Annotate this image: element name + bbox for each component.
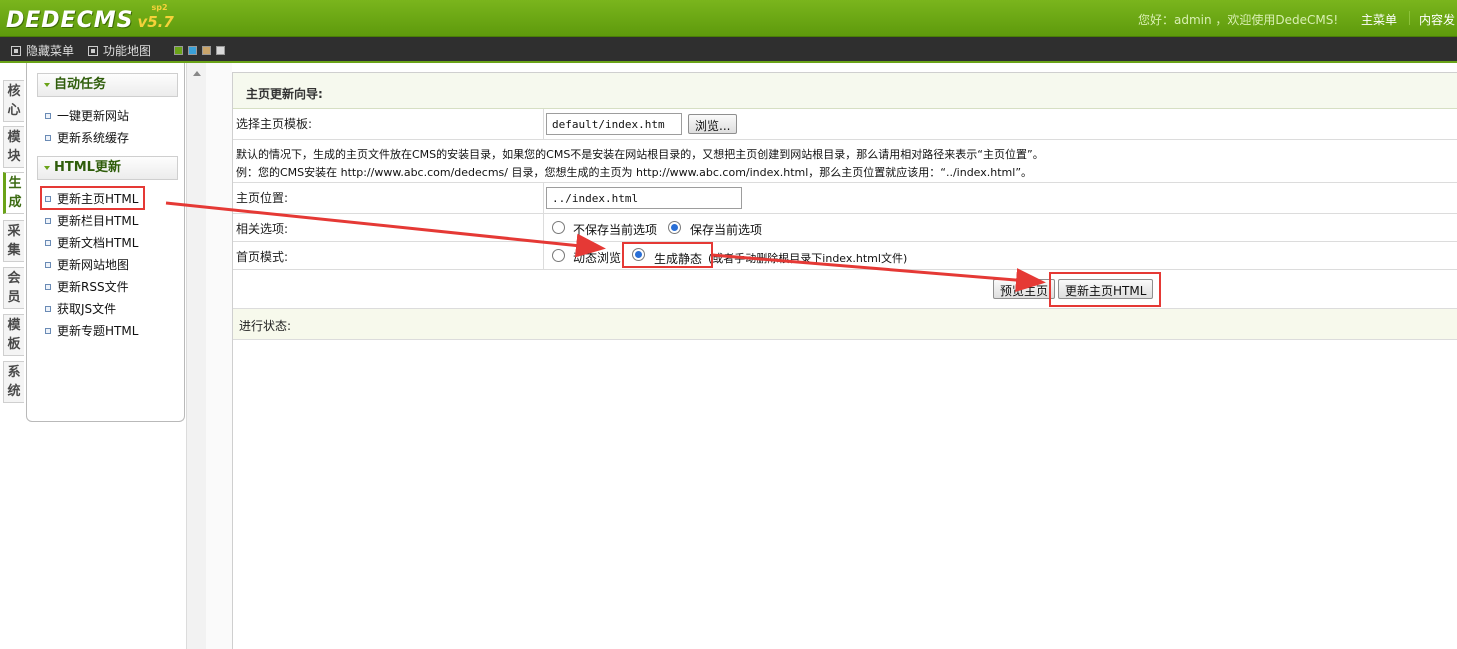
bullet-icon: [45, 261, 51, 268]
hide-menu-label: 隐藏菜单: [26, 44, 75, 58]
skin-green-button[interactable]: [174, 46, 183, 55]
skin-gray-button[interactable]: [216, 46, 225, 55]
save-label[interactable]: 保存当前选项: [690, 221, 762, 238]
status-label: 进行状态:: [239, 319, 292, 333]
column-divider: [543, 109, 544, 139]
menu-item-label: 更新RSS文件: [57, 280, 129, 294]
grid-icon: [88, 45, 98, 56]
menu-item-update-topic-html[interactable]: 更新专题HTML: [45, 322, 138, 339]
vertical-tabs: 核心 模块 生成 采集 会员 模板 系统: [0, 63, 26, 649]
left-scrollbar[interactable]: [186, 63, 206, 649]
no-save-radio[interactable]: [552, 221, 565, 234]
top-nav-content[interactable]: 内容发: [1419, 11, 1455, 28]
column-divider: [543, 242, 544, 269]
template-input[interactable]: default/index.htm: [546, 113, 682, 135]
mode-label: 首页模式:: [236, 250, 289, 264]
logo-text: DEDECMS: [6, 8, 134, 33]
save-radio[interactable]: [668, 221, 681, 234]
menu-item-update-cache[interactable]: 更新系统缓存: [45, 129, 129, 146]
menu-item-label: 更新网站地图: [57, 258, 130, 272]
position-row: 主页位置: ../index.html: [233, 183, 1457, 214]
hide-menu-icon: [11, 45, 21, 56]
annotation-box-static-mode: [622, 242, 713, 268]
main-content: 主页更新向导: 选择主页模板: default/index.htm 浏览... …: [232, 72, 1457, 649]
note-row: 默认的情况下，生成的主页文件放在CMS的安装目录，如果您的CMS不是安装在网站根…: [233, 140, 1457, 183]
bullet-icon: [45, 239, 51, 246]
menu-item-one-click-update[interactable]: 一键更新网站: [45, 107, 129, 124]
bullet-icon: [45, 217, 51, 224]
note-line-1: 默认的情况下，生成的主页文件放在CMS的安装目录，如果您的CMS不是安装在网站根…: [236, 148, 1044, 161]
dedecms-logo: DEDECMS v5.7 sp2: [6, 3, 174, 33]
logo-version: v5.7 sp2: [137, 3, 174, 31]
menu-item-label: 更新系统缓存: [57, 131, 130, 145]
welcome-text: 您好：admin ，欢迎使用DedeCMS!: [1138, 13, 1339, 27]
top-nav-separator: [1409, 11, 1410, 25]
annotation-box-update-button: [1049, 272, 1161, 307]
menu-item-label: 更新专题HTML: [57, 324, 139, 338]
vtab-generate[interactable]: 生成: [3, 172, 24, 214]
vtab-core[interactable]: 核心: [3, 80, 24, 122]
note-line-2: 例：您的CMS安装在 http://www.abc.com/dedecms/ 目…: [236, 166, 1033, 179]
dynamic-mode-radio[interactable]: [552, 249, 565, 262]
position-label: 主页位置:: [236, 191, 289, 205]
column-divider: [543, 214, 544, 241]
menu-group-auto-task[interactable]: 自动任务: [37, 73, 178, 97]
page-title: 主页更新向导:: [233, 73, 1457, 109]
menu-item-update-sitemap[interactable]: 更新网站地图: [45, 256, 129, 273]
menu-item-update-rss[interactable]: 更新RSS文件: [45, 278, 129, 295]
browse-button[interactable]: 浏览...: [688, 114, 738, 134]
function-map-label: 功能地图: [103, 44, 152, 58]
dynamic-mode-label[interactable]: 动态浏览: [573, 249, 621, 266]
position-input[interactable]: ../index.html: [546, 187, 742, 209]
left-menu-panel: 自动任务 一键更新网站 更新系统缓存 HTML更新 更新主页HTML 更新栏目H…: [26, 63, 185, 422]
template-row: 选择主页模板: default/index.htm 浏览...: [233, 109, 1457, 140]
options-label: 相关选项:: [236, 222, 289, 236]
action-row: 预览主页 更新主页HTML: [233, 270, 1457, 309]
scroll-up-icon[interactable]: [193, 71, 201, 76]
vtab-module[interactable]: 模块: [3, 126, 24, 168]
toolbar: 隐藏菜单 功能地图: [0, 37, 1457, 63]
menu-item-update-doc-html[interactable]: 更新文档HTML: [45, 234, 138, 251]
bullet-icon: [45, 134, 51, 141]
no-save-label[interactable]: 不保存当前选项: [573, 221, 657, 238]
bullet-icon: [45, 327, 51, 334]
top-header: DEDECMS v5.7 sp2 您好：admin ，欢迎使用DedeCMS! …: [0, 0, 1457, 37]
top-nav-main-menu[interactable]: 主菜单: [1361, 11, 1397, 28]
menu-item-label: 更新栏目HTML: [57, 214, 139, 228]
bullet-icon: [45, 305, 51, 312]
vtab-system[interactable]: 系统: [3, 361, 24, 403]
mode-hint: (或者手动删除根目录下index.html文件): [708, 252, 908, 265]
bullet-icon: [45, 112, 51, 119]
menu-item-label: 获取JS文件: [57, 302, 117, 316]
options-row: 相关选项: 不保存当前选项 保存当前选项: [233, 214, 1457, 242]
vtab-template[interactable]: 模板: [3, 314, 24, 356]
column-divider: [543, 183, 544, 213]
skin-brown-button[interactable]: [202, 46, 211, 55]
vtab-collect[interactable]: 采集: [3, 220, 24, 262]
function-map-button[interactable]: 功能地图: [88, 42, 151, 59]
template-label: 选择主页模板:: [236, 117, 313, 131]
menu-item-get-js[interactable]: 获取JS文件: [45, 300, 116, 317]
bullet-icon: [45, 283, 51, 290]
logo-version-sup: sp2: [151, 3, 168, 12]
annotation-box-menu-item: [40, 186, 145, 210]
status-bar: 进行状态:: [233, 309, 1457, 340]
menu-item-label: 更新文档HTML: [57, 236, 139, 250]
skin-blue-button[interactable]: [188, 46, 197, 55]
mode-row: 首页模式: 动态浏览 生成静态 (或者手动删除根目录下index.html文件): [233, 242, 1457, 270]
vtab-member[interactable]: 会员: [3, 267, 24, 309]
hide-menu-button[interactable]: 隐藏菜单: [11, 42, 74, 59]
menu-group-html-update[interactable]: HTML更新: [37, 156, 178, 180]
content-gutter: [206, 63, 232, 649]
preview-home-button[interactable]: 预览主页: [993, 279, 1056, 299]
menu-item-label: 一键更新网站: [57, 109, 130, 123]
logo-version-text: v5.7: [137, 13, 174, 31]
menu-item-update-column-html[interactable]: 更新栏目HTML: [45, 212, 138, 229]
